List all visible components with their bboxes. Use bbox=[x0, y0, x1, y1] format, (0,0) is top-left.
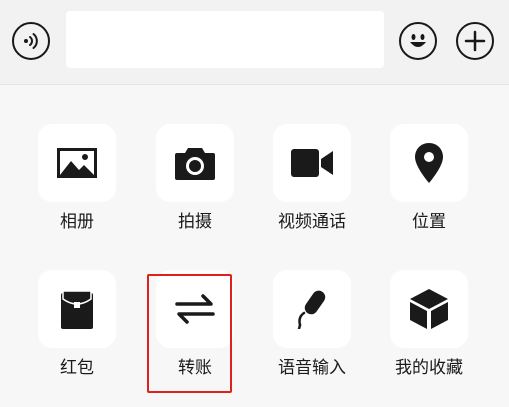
location-pin-icon bbox=[415, 143, 443, 183]
emoji-button[interactable] bbox=[399, 22, 437, 60]
favorites-cube-icon bbox=[410, 289, 448, 329]
microphone-icon bbox=[297, 290, 326, 329]
red-packet-label: 红包 bbox=[60, 358, 94, 378]
red-packet-icon bbox=[61, 290, 93, 329]
camera-tile[interactable] bbox=[156, 124, 234, 202]
video-call-label: 视频通话 bbox=[278, 212, 346, 232]
message-input[interactable] bbox=[66, 11, 384, 68]
album-label: 相册 bbox=[60, 212, 94, 232]
chat-input-bar bbox=[0, 0, 509, 84]
photo-album-icon bbox=[57, 148, 97, 178]
video-call-tile[interactable] bbox=[273, 124, 351, 202]
favorites-tile[interactable] bbox=[390, 270, 468, 348]
red-packet-tile[interactable] bbox=[38, 270, 116, 348]
voice-input-label: 语音输入 bbox=[278, 358, 346, 378]
album-tile[interactable] bbox=[38, 124, 116, 202]
voice-wave-icon bbox=[24, 33, 38, 49]
location-tile[interactable] bbox=[390, 124, 468, 202]
smiley-face-icon bbox=[410, 34, 426, 47]
video-call-icon bbox=[291, 149, 333, 177]
voice-toggle-button[interactable] bbox=[12, 22, 50, 60]
highlight-box bbox=[147, 274, 232, 393]
more-functions-button[interactable] bbox=[456, 22, 494, 60]
camera-label: 拍摄 bbox=[178, 212, 212, 232]
location-label: 位置 bbox=[412, 212, 446, 232]
plus-icon bbox=[464, 30, 486, 52]
favorites-label: 我的收藏 bbox=[395, 358, 463, 378]
voice-input-tile[interactable] bbox=[273, 270, 351, 348]
camera-icon bbox=[175, 148, 215, 180]
